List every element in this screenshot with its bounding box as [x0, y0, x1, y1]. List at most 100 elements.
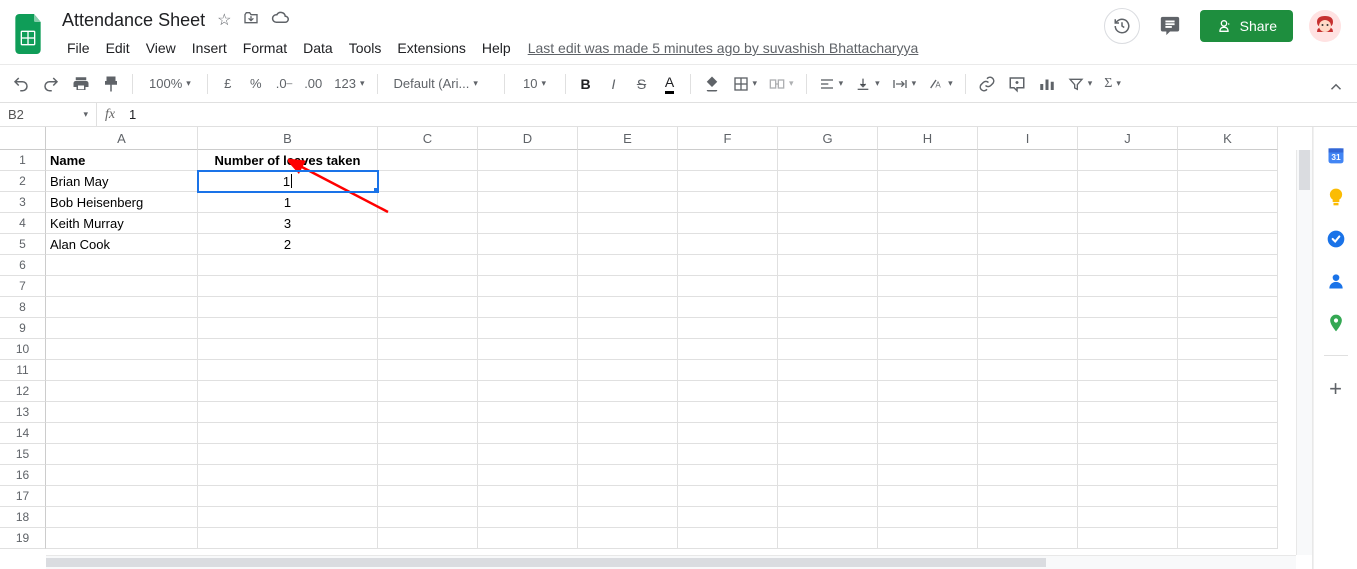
cell[interactable] — [578, 465, 678, 486]
cell[interactable] — [1178, 465, 1278, 486]
cell[interactable] — [378, 171, 478, 192]
cell[interactable]: Number of leaves taken — [198, 150, 378, 171]
cell[interactable] — [198, 444, 378, 465]
cell[interactable] — [778, 192, 878, 213]
cell[interactable] — [46, 339, 198, 360]
cell[interactable] — [478, 423, 578, 444]
row-header[interactable]: 11 — [0, 360, 46, 381]
cell[interactable] — [778, 360, 878, 381]
cell[interactable] — [578, 234, 678, 255]
row-header[interactable]: 3 — [0, 192, 46, 213]
cell[interactable] — [1178, 318, 1278, 339]
cell[interactable] — [478, 381, 578, 402]
row-header[interactable]: 19 — [0, 528, 46, 549]
cell[interactable] — [1178, 360, 1278, 381]
cell[interactable] — [978, 465, 1078, 486]
col-header[interactable]: F — [678, 127, 778, 150]
cell[interactable] — [1078, 318, 1178, 339]
cell[interactable] — [1178, 297, 1278, 318]
row-header[interactable]: 8 — [0, 297, 46, 318]
cell[interactable] — [778, 339, 878, 360]
merge-button[interactable] — [765, 71, 798, 97]
cell[interactable] — [478, 507, 578, 528]
cell[interactable] — [578, 381, 678, 402]
cell[interactable] — [378, 150, 478, 171]
cell[interactable] — [478, 234, 578, 255]
calendar-icon[interactable]: 31 — [1326, 145, 1346, 165]
cell[interactable] — [678, 150, 778, 171]
cell[interactable] — [978, 360, 1078, 381]
cell[interactable] — [678, 297, 778, 318]
cell[interactable] — [46, 486, 198, 507]
cell[interactable] — [778, 297, 878, 318]
cell[interactable] — [46, 255, 198, 276]
cell[interactable] — [46, 360, 198, 381]
col-header[interactable]: E — [578, 127, 678, 150]
cell[interactable] — [478, 297, 578, 318]
decrease-decimal-button[interactable]: .0_ — [272, 71, 296, 97]
cell[interactable] — [578, 192, 678, 213]
cell[interactable] — [46, 297, 198, 318]
cell[interactable] — [778, 402, 878, 423]
cell[interactable] — [378, 465, 478, 486]
horizontal-scrollbar[interactable] — [46, 555, 1296, 569]
cell[interactable] — [46, 507, 198, 528]
cell[interactable] — [978, 339, 1078, 360]
cell[interactable] — [1078, 444, 1178, 465]
cell[interactable]: Name — [46, 150, 198, 171]
cell[interactable] — [578, 297, 678, 318]
cell[interactable] — [978, 444, 1078, 465]
cell[interactable] — [1078, 465, 1178, 486]
cell[interactable] — [478, 150, 578, 171]
cell[interactable] — [978, 255, 1078, 276]
cell[interactable] — [778, 528, 878, 549]
cell[interactable] — [978, 192, 1078, 213]
zoom-select[interactable]: 100% — [141, 71, 199, 97]
row-header[interactable]: 17 — [0, 486, 46, 507]
cell[interactable] — [198, 276, 378, 297]
cell[interactable] — [978, 234, 1078, 255]
cell[interactable] — [778, 150, 878, 171]
cell[interactable] — [478, 486, 578, 507]
cell[interactable] — [978, 507, 1078, 528]
cell[interactable] — [46, 444, 198, 465]
col-header[interactable]: I — [978, 127, 1078, 150]
keep-icon[interactable] — [1326, 187, 1346, 207]
move-icon[interactable] — [243, 10, 259, 31]
row-header[interactable]: 7 — [0, 276, 46, 297]
menu-format[interactable]: Format — [236, 36, 294, 60]
cell[interactable] — [878, 234, 978, 255]
col-header[interactable]: J — [1078, 127, 1178, 150]
cell[interactable] — [1078, 423, 1178, 444]
functions-button[interactable]: Σ — [1100, 71, 1125, 97]
cell[interactable] — [1078, 360, 1178, 381]
cell[interactable]: Brian May — [46, 171, 198, 192]
cell[interactable] — [478, 192, 578, 213]
cell[interactable] — [1078, 339, 1178, 360]
cell[interactable] — [878, 339, 978, 360]
col-header[interactable]: C — [378, 127, 478, 150]
cell[interactable] — [578, 171, 678, 192]
name-box[interactable]: B2 — [0, 103, 97, 126]
h-align-button[interactable] — [815, 71, 848, 97]
cell[interactable] — [46, 276, 198, 297]
cell[interactable] — [378, 192, 478, 213]
cell[interactable] — [198, 318, 378, 339]
currency-button[interactable]: £ — [216, 71, 240, 97]
cell[interactable] — [1078, 192, 1178, 213]
cell[interactable]: Alan Cook — [46, 234, 198, 255]
cell[interactable] — [1178, 213, 1278, 234]
version-history-icon[interactable] — [1104, 8, 1140, 44]
cell[interactable] — [198, 339, 378, 360]
row-header[interactable]: 4 — [0, 213, 46, 234]
cell[interactable] — [878, 465, 978, 486]
cell[interactable] — [198, 381, 378, 402]
cell[interactable] — [46, 528, 198, 549]
cell[interactable] — [578, 213, 678, 234]
cell[interactable] — [478, 360, 578, 381]
undo-button[interactable] — [8, 71, 34, 97]
cell[interactable] — [678, 192, 778, 213]
cell[interactable] — [978, 402, 1078, 423]
more-formats-button[interactable]: 123 — [330, 71, 368, 97]
cell[interactable] — [578, 318, 678, 339]
